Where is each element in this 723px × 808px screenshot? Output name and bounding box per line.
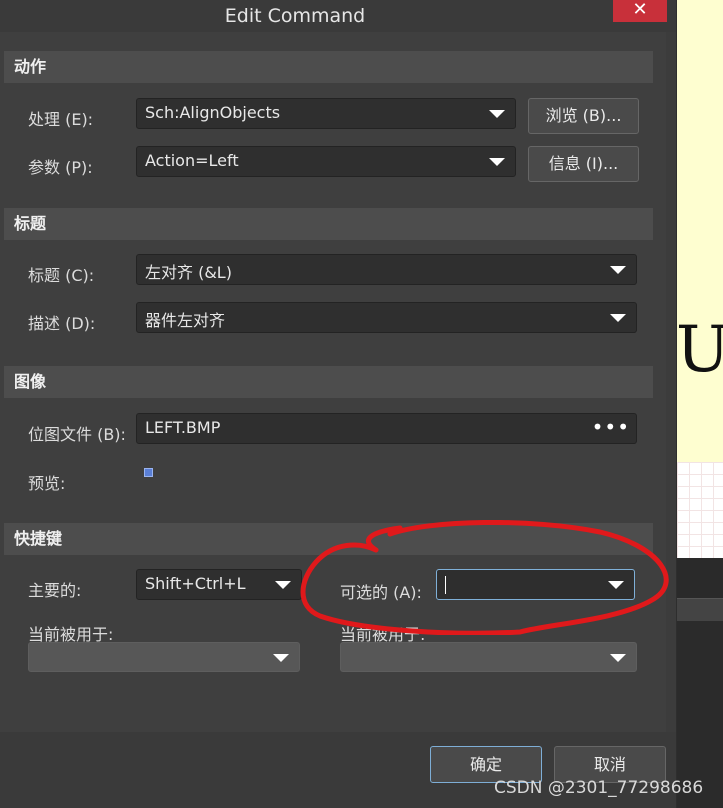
schematic-sheet [677,0,723,462]
text-caret [445,576,446,594]
process-value: Sch:AlignObjects [145,103,281,122]
primary-shortcut-dropdown[interactable]: Shift+Ctrl+L [136,569,302,600]
chevron-down-icon [610,654,626,662]
background-panel [677,558,723,598]
bitmap-label: 位图文件 (B): [28,425,126,444]
close-button[interactable]: ✕ [613,0,667,22]
schematic-text: U [676,313,723,387]
browse-button[interactable]: 浏览 (B)... [528,98,639,134]
dialog-title: Edit Command [224,5,366,27]
section-header-action: 动作 [4,51,653,83]
title-bar: Edit Command ✕ [0,0,676,32]
close-icon: ✕ [632,0,648,20]
chevron-down-icon [273,654,289,662]
schematic-grid [677,462,723,558]
bitmap-file-field[interactable]: LEFT.BMP ••• [136,413,637,444]
chevron-down-icon [610,266,626,274]
params-value: Action=Left [145,151,239,170]
section-header-caption: 标题 [4,208,653,240]
caption-value: 左对齐 (&L) [145,263,232,282]
background-tab-strip [677,598,723,622]
params-label: 参数 (P): [28,158,93,177]
preview-label: 预览: [28,474,66,493]
alternate-shortcut-dropdown[interactable] [436,569,635,600]
chevron-down-icon [275,581,291,589]
primary-used-by-dropdown[interactable] [28,642,300,672]
primary-shortcut-label: 主要的: [28,581,82,600]
process-label: 处理 (E): [28,110,94,129]
section-header-image: 图像 [4,366,653,398]
bitmap-preview-icon [144,468,153,477]
alternate-used-by-dropdown[interactable] [340,642,637,672]
watermark: CSDN @2301_77298686 [494,778,704,798]
info-button[interactable]: 信息 (I)... [528,146,639,182]
primary-shortcut-value: Shift+Ctrl+L [145,574,246,593]
chevron-down-icon [489,158,505,166]
description-value: 器件左对齐 [145,311,226,330]
chevron-down-icon [610,314,626,322]
browse-ellipsis-icon[interactable]: ••• [592,415,630,439]
caption-label: 标题 (C): [28,266,95,285]
description-label: 描述 (D): [28,314,96,333]
process-dropdown[interactable]: Sch:AlignObjects [136,98,516,129]
description-dropdown[interactable]: 器件左对齐 [136,302,637,333]
alternate-shortcut-label: 可选的 (A): [340,583,422,602]
chevron-down-icon [489,110,505,118]
chevron-down-icon [608,581,624,589]
caption-dropdown[interactable]: 左对齐 (&L) [136,254,637,285]
edit-command-dialog: Edit Command ✕ 动作 处理 (E): Sch:AlignObjec… [0,0,676,808]
bitmap-value: LEFT.BMP [145,418,221,437]
params-dropdown[interactable]: Action=Left [136,146,516,177]
section-header-shortcut: 快捷键 [4,523,653,555]
